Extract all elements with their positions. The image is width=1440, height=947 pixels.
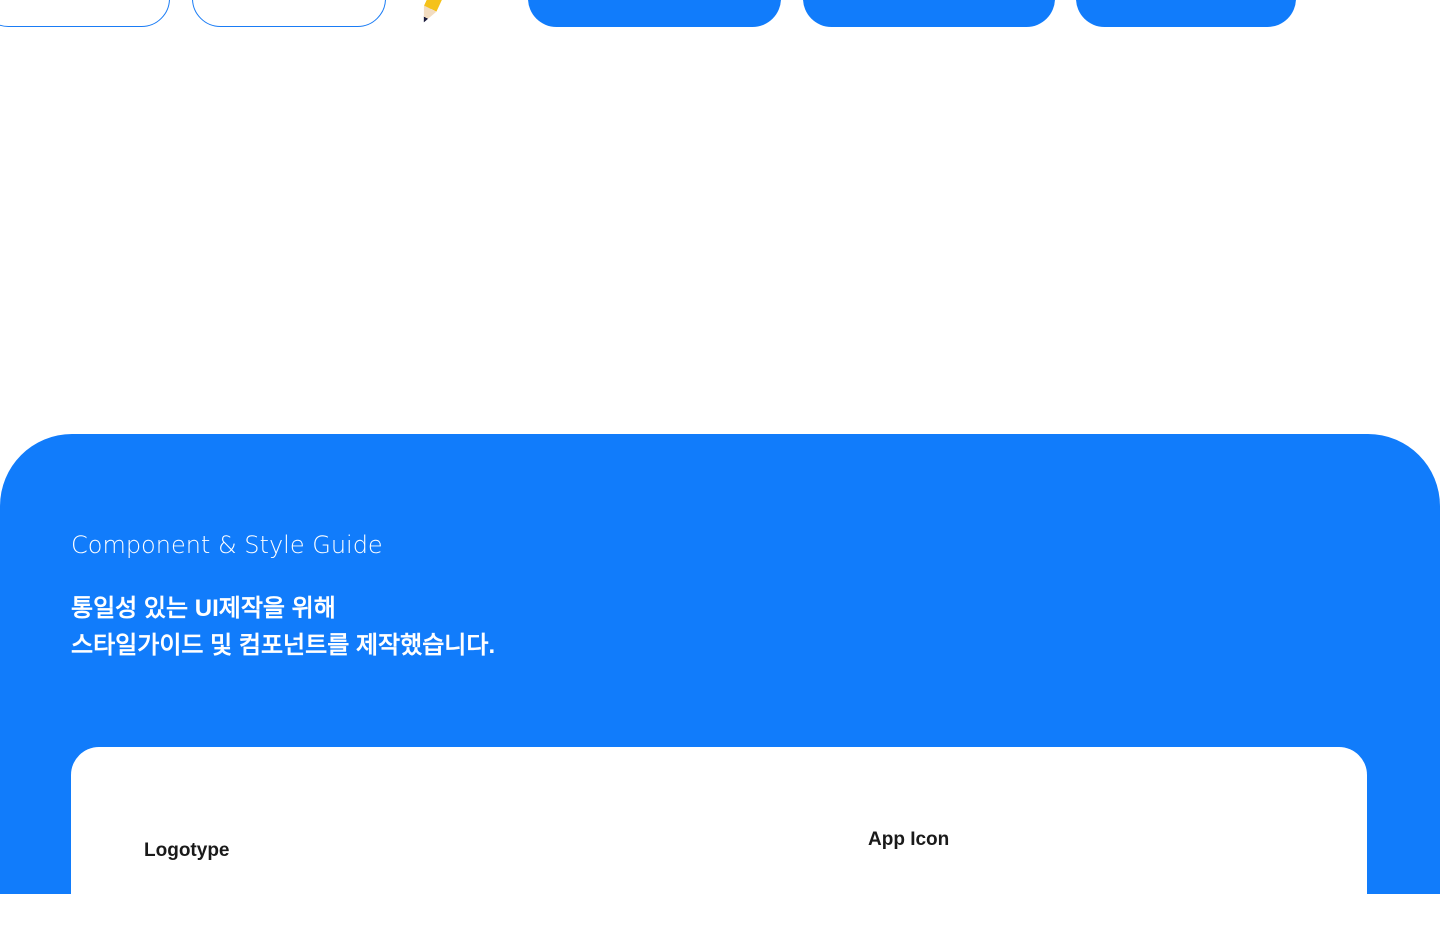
headline-line-2: 스타일가이드 및 컴포넌트를 제작했습니다. (71, 632, 496, 659)
top-outline-button-1[interactable] (0, 0, 170, 27)
logotype-label: Logotype (144, 840, 230, 861)
style-guide-card (71, 747, 1367, 947)
app-icon-label: App Icon (868, 829, 950, 850)
top-solid-button-3[interactable] (1076, 0, 1296, 27)
top-solid-button-1[interactable] (528, 0, 781, 27)
top-solid-button-2[interactable] (803, 0, 1055, 27)
top-outline-button-2[interactable] (192, 0, 386, 27)
section-subtitle: Component & Style Guide (71, 531, 383, 559)
pencil-icon (417, 0, 444, 25)
headline-line-1: 통일성 있는 UI제작을 위해 (71, 595, 336, 622)
section-headline: 통일성 있는 UI제작을 위해 스타일가이드 및 컴포넌트를 제작했습니다. (71, 590, 495, 664)
